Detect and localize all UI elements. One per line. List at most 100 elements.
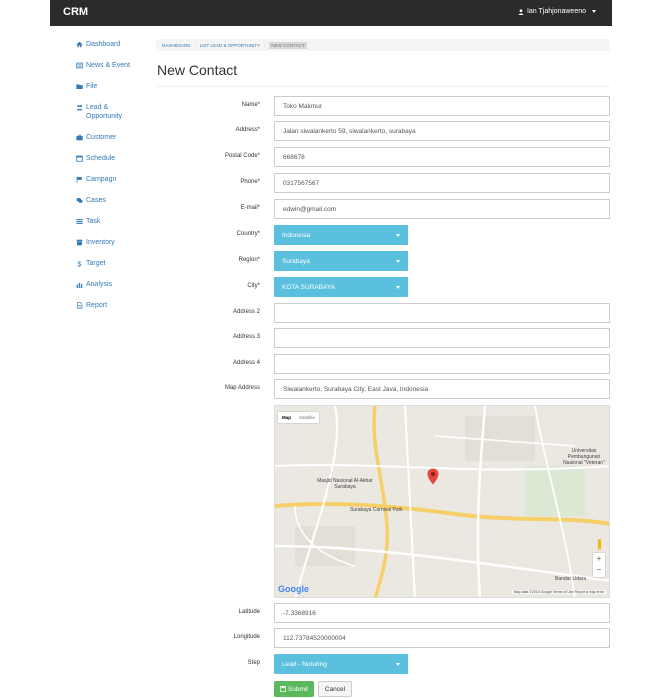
title-divider	[156, 86, 610, 87]
postal-code-field[interactable]: 668678	[274, 147, 610, 167]
file-icon	[77, 302, 83, 309]
map-label-university: Universitas Pembangunan Nasional "Vetera…	[563, 448, 605, 466]
address-label: Address*	[235, 127, 260, 133]
bar-chart-icon	[76, 282, 83, 288]
form-row-address3: Address 3	[156, 328, 610, 348]
address3-label: Address 3	[232, 334, 260, 340]
address2-field[interactable]	[274, 303, 610, 323]
breadcrumb: DASHBOARD / LIST LEAD & OPPORTUNITY / NE…	[156, 39, 610, 51]
save-icon	[279, 686, 286, 692]
name-field[interactable]: Toko Makmur	[274, 96, 610, 116]
archive-icon	[76, 239, 83, 246]
folder-icon	[76, 84, 83, 89]
address2-label: Address 2	[232, 309, 260, 315]
zoom-out-button[interactable]: −	[593, 564, 605, 575]
sidebar-item-label: Schedule	[86, 155, 116, 162]
latitude-field[interactable]: -7.3368916	[274, 603, 610, 623]
map-address-field[interactable]: Siwalankerto, Surabaya City, East Java, …	[274, 379, 610, 399]
map-type-satellite[interactable]: Satellite	[295, 412, 319, 423]
breadcrumb-dashboard[interactable]: DASHBOARD	[162, 43, 191, 48]
sidebar-item-task[interactable]: Task	[76, 217, 146, 226]
sidebar-item-target[interactable]: $ Target	[76, 259, 146, 268]
dollar-icon: $	[77, 261, 81, 267]
sidebar-item-customer[interactable]: Customer	[76, 133, 146, 142]
sidebar-item-label: Campagn	[86, 176, 117, 183]
zoom-in-button[interactable]: +	[593, 553, 605, 564]
map-label-masjid: Masjid Nasional Al-Akbar Surabaya	[317, 478, 373, 490]
sidebar-item-file[interactable]: File	[76, 82, 146, 91]
form-row-name: Name* Toko Makmur	[156, 96, 610, 116]
user-name: Ian Tjahjonaweeno	[526, 8, 586, 15]
sidebar-item-analysis[interactable]: Analysis	[76, 280, 146, 289]
form-row-map-address: Map Address Siwalankerto, Surabaya City,…	[156, 379, 610, 399]
form-row-address: Address* Jalan siwalankerto 59, siwalank…	[156, 121, 610, 141]
region-select-value: Surabaya	[282, 257, 310, 265]
user-menu[interactable]: Ian Tjahjonaweeno	[518, 8, 596, 15]
cancel-button[interactable]: Cancel	[318, 681, 352, 697]
email-field[interactable]: edwin@gmail.com	[274, 199, 610, 219]
list-icon	[76, 219, 83, 224]
google-map[interactable]: Map Satellite Universitas Pembangunan Na…	[274, 405, 610, 598]
sidebar-item-label: Cases	[86, 197, 106, 204]
longitude-label: Longitude	[233, 634, 260, 640]
map-type-control[interactable]: Map Satellite	[278, 412, 320, 423]
sidebar-item-news-event[interactable]: News & Event	[76, 61, 146, 70]
region-select[interactable]: Surabaya	[274, 251, 408, 271]
sidebar-item-report[interactable]: Report	[76, 301, 146, 310]
sidebar-item-label: Report	[86, 302, 108, 309]
region-label: Region*	[238, 257, 260, 263]
map-label-carnival: Surabaya Carnival Park	[350, 507, 403, 513]
sidebar-item-label: News & Event	[86, 62, 130, 69]
address4-field[interactable]	[274, 354, 610, 374]
sidebar-item-label: Lead & Opportunity	[86, 104, 123, 120]
sidebar-item-label: Analysis	[86, 281, 113, 288]
map-attribution[interactable]: Map data ©2016 Google Terms of Use Repor…	[511, 590, 606, 594]
form-row-latitude: Latitude -7.3368916	[156, 603, 610, 623]
pegman-icon[interactable]	[596, 539, 603, 550]
sidebar-item-label: Customer	[86, 134, 117, 141]
step-label: Step	[247, 660, 260, 666]
chevron-down-icon	[396, 233, 400, 237]
postal-code-label: Postal Code*	[224, 153, 260, 159]
address3-field[interactable]	[274, 328, 610, 348]
form-row-region: Region* Surabaya	[156, 251, 610, 271]
phone-field[interactable]: 0317567567	[274, 173, 610, 193]
sidebar-item-schedule[interactable]: Schedule	[76, 154, 146, 163]
longitude-field[interactable]: 112.73784520000004	[274, 628, 610, 648]
step-select-value: Lead - Nuturing	[282, 660, 327, 668]
step-select[interactable]: Lead - Nuturing	[274, 654, 408, 674]
sidebar-item-dashboard[interactable]: Dashboard	[76, 40, 146, 49]
address-field[interactable]: Jalan siwalankerto 59, siwalankerto, sur…	[274, 121, 610, 141]
form-row-step: Step Lead - Nuturing	[156, 654, 610, 674]
user-icon	[518, 8, 524, 15]
chevron-down-icon	[592, 10, 596, 13]
form-row-longitude: Longitude 112.73784520000004	[156, 628, 610, 648]
country-select[interactable]: Indonesia	[274, 225, 408, 245]
sidebar-item-label: File	[86, 83, 98, 90]
sidebar-item-lead-opportunity[interactable]: Lead & Opportunity	[76, 103, 146, 121]
country-label: Country*	[236, 231, 260, 237]
google-logo: Google	[278, 584, 309, 594]
chevron-down-icon	[396, 662, 400, 666]
city-select[interactable]: KOTA SURABAYA	[274, 277, 408, 297]
map-type-map[interactable]: Map	[278, 412, 295, 423]
sidebar-item-cases[interactable]: Cases	[76, 196, 146, 205]
submit-button[interactable]: Submit	[274, 681, 314, 697]
briefcase-icon	[76, 134, 83, 141]
brand-logo[interactable]: CRM	[63, 6, 88, 18]
users-icon	[76, 104, 83, 111]
city-label: City*	[247, 283, 260, 289]
city-select-value: KOTA SURABAYA	[282, 283, 336, 291]
chevron-down-icon	[396, 259, 400, 263]
sidebar-item-label: Target	[86, 260, 106, 267]
sidebar-item-inventory[interactable]: Inventory	[76, 238, 146, 247]
sidebar-item-campagn[interactable]: Campagn	[76, 175, 146, 184]
sidebar-item-label: Task	[86, 218, 101, 225]
map-address-label: Map Address	[224, 385, 260, 391]
breadcrumb-current: NEW CONTACT	[269, 41, 307, 49]
breadcrumb-lead-opportunity[interactable]: LIST LEAD & OPPORTUNITY	[200, 43, 260, 48]
location-pin-icon[interactable]	[427, 468, 439, 485]
page-title: New Contact	[157, 62, 238, 78]
sidebar: Dashboard News & Event File Lead & Oppor…	[76, 40, 146, 322]
email-label: E-mail*	[240, 205, 260, 211]
